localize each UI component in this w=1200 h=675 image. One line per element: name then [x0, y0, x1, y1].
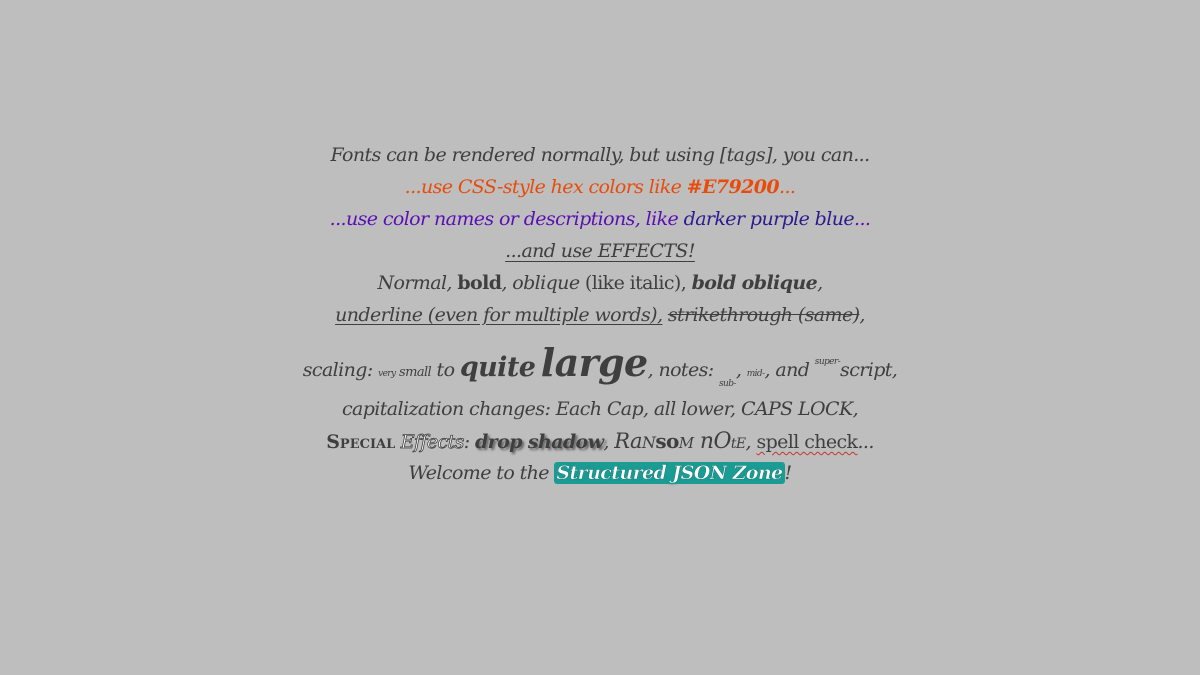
line-special-effects: Special Effects: drop shadow, RaNsoM nOt… [0, 425, 1200, 457]
subscript-text: sub- [719, 379, 736, 389]
notes-and: , and [764, 359, 815, 381]
strikethrough-text: strikethrough (same) [667, 304, 860, 326]
line-effects: ...and use EFFECTS! [0, 235, 1200, 267]
quite-text: quite [459, 352, 536, 383]
welcome-text: Welcome to the [408, 462, 555, 484]
very-small-text: very [378, 369, 396, 379]
line-intro: Fonts can be rendered normally, but usin… [0, 139, 1200, 171]
special-small-caps: Special [326, 431, 396, 453]
scaling-label: scaling: [302, 359, 379, 381]
color-name-sample: darker purple blue [683, 208, 855, 230]
intro-text: Fonts can be rendered normally, but usin… [330, 144, 870, 166]
outlined-effects-text: Effects [400, 431, 464, 454]
script-word: script, [840, 359, 898, 381]
spell-check-text: spell check [756, 431, 858, 453]
welcome-exclaim: ! [784, 462, 793, 484]
hex-color-sample: #E79200 [686, 176, 780, 198]
drop-shadow-text: drop shadow [474, 431, 604, 453]
notes-label: , notes: [647, 359, 719, 381]
midscript-text: mid- [746, 369, 765, 379]
special-comma-2: , [745, 431, 757, 453]
ransom-note-part-5: nO [693, 429, 732, 454]
ransom-note-part-4: M [678, 434, 694, 452]
normal-text: Normal, [377, 272, 458, 294]
ransom-note-part-3: so [655, 429, 679, 453]
styled-text-showcase: Fonts can be rendered normally, but usin… [0, 139, 1200, 489]
font-styles-sep: , [501, 272, 513, 294]
underline-text: underline (even for multiple words), [335, 304, 663, 326]
line-decorations: underline (even for multiple words), str… [0, 299, 1200, 331]
color-names-ellipsis: ... [854, 208, 871, 230]
hex-colors-ellipsis: ... [779, 176, 796, 198]
decorations-end: , [859, 304, 865, 326]
effects-line-wrapper: ...and use EFFECTS! [505, 240, 695, 262]
line-welcome: Welcome to the Structured JSON Zone! [0, 457, 1200, 489]
hex-colors-text: ...use CSS-style hex colors like [404, 176, 687, 198]
notes-comma: , [735, 359, 747, 381]
line-scaling: scaling: very small to quite large, note… [0, 331, 1200, 393]
line-hex-colors: ...use CSS-style hex colors like #E79200… [0, 171, 1200, 203]
line-capitalization: capitalization changes: Each Cap, all lo… [0, 393, 1200, 425]
font-styles-end: , [817, 272, 823, 294]
effects-exclaim: ! [687, 240, 696, 262]
bold-oblique-text: bold oblique [691, 272, 818, 294]
effects-word: EFFECTS [597, 240, 689, 262]
color-names-text: ...use color names or descriptions, like [329, 208, 684, 230]
bold-text: bold [457, 272, 502, 294]
special-colon: : [463, 431, 475, 453]
ransom-note-part-6: tE [730, 436, 746, 452]
json-zone-highlight: Structured JSON Zone [554, 462, 785, 484]
small-text: small [395, 365, 432, 380]
ransom-note-part-2: N [641, 433, 656, 452]
scaling-to: to [431, 359, 460, 381]
effects-intro: ...and use [505, 240, 598, 262]
capitalization-text: capitalization changes: Each Cap, all lo… [341, 398, 859, 420]
special-ellipsis: ... [857, 431, 874, 453]
like-italic-text: (like italic), [579, 272, 692, 294]
ransom-note-part-1: Ra [614, 429, 642, 453]
large-text: large [540, 340, 648, 385]
line-color-names: ...use color names or descriptions, like… [0, 203, 1200, 235]
special-comma: , [603, 431, 615, 453]
superscript-text: super- [814, 357, 841, 367]
line-font-styles: Normal, bold, oblique (like italic), bol… [0, 267, 1200, 299]
oblique-text: oblique [512, 272, 580, 294]
